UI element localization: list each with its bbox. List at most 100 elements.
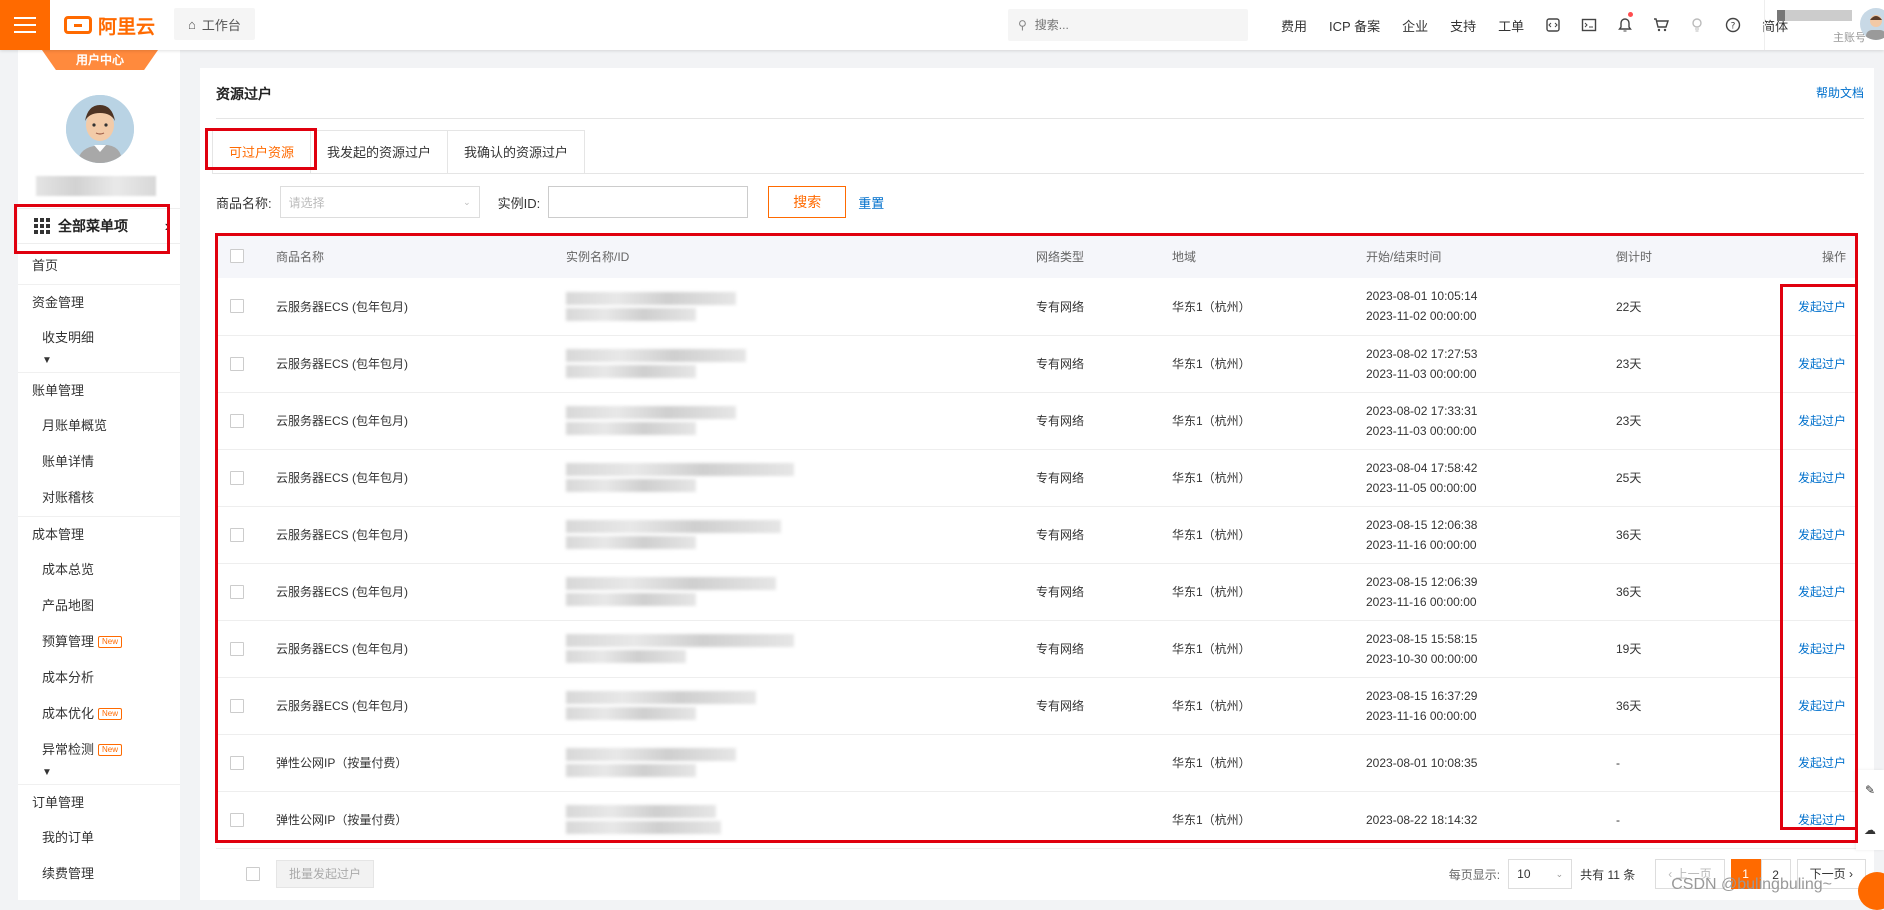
- sidebar-item-cost-overview[interactable]: 成本总览: [18, 552, 180, 588]
- batch-transfer-button[interactable]: 批量发起过户: [276, 860, 374, 888]
- workbench-button[interactable]: ⌂ 工作台: [174, 8, 255, 40]
- cart-icon[interactable]: [1643, 0, 1679, 50]
- row-checkbox[interactable]: [230, 756, 244, 770]
- sidebar-section-funds[interactable]: 资金管理: [18, 284, 180, 320]
- cell-action: 发起过户: [1776, 506, 1858, 563]
- sidebar-item-monthly-bill[interactable]: 月账单概览: [18, 408, 180, 444]
- per-page-select[interactable]: 10 ⌄: [1508, 859, 1572, 889]
- account-menu[interactable]: 主账号: [1764, 0, 1884, 50]
- sidebar-item-label: 成本优化: [42, 706, 94, 721]
- global-search[interactable]: ⚲: [1008, 9, 1248, 41]
- side-tools: ✎ ☁: [1856, 770, 1884, 850]
- sidebar-menu: 首页 资金管理 收支明细 ▼ 账单管理 月账单概览 账单详情 对账稽核 成本管理…: [18, 248, 180, 892]
- cell-action: 发起过户: [1776, 734, 1858, 791]
- sidebar-item-anomaly-detection[interactable]: 异常检测New: [18, 732, 180, 768]
- sidebar-item-transactions[interactable]: 收支明细: [18, 320, 180, 356]
- grid-icon: [34, 218, 50, 234]
- cell-network: 专有网络: [1036, 392, 1172, 449]
- batch-select-checkbox[interactable]: [246, 867, 260, 881]
- table-footer: 批量发起过户 每页显示: 10 ⌄ 共有 11 条 ‹ 上一页 1 2 下一页 …: [216, 858, 1866, 894]
- nav-icp[interactable]: ICP 备案: [1318, 16, 1391, 35]
- blurred-instance-name: [566, 292, 736, 305]
- cloud-icon[interactable]: ☁: [1864, 823, 1876, 837]
- cell-countdown: 36天: [1616, 677, 1776, 734]
- user-center-tab[interactable]: 用户中心: [42, 50, 158, 70]
- chevron-down-icon: ⌄: [463, 197, 471, 208]
- sidebar-item-reconciliation[interactable]: 对账稽核: [18, 480, 180, 516]
- sidebar-item-cost-optimization[interactable]: 成本优化New: [18, 696, 180, 732]
- workbench-label: 工作台: [202, 15, 241, 34]
- help-docs-link[interactable]: 帮助文档: [1816, 84, 1864, 101]
- initiate-transfer-link[interactable]: 发起过户: [1798, 357, 1846, 371]
- search-input[interactable]: [1035, 18, 1225, 32]
- initiate-transfer-link[interactable]: 发起过户: [1798, 699, 1846, 713]
- all-menu-button[interactable]: 全部菜单项 ›: [18, 208, 180, 244]
- cell-product: 云服务器ECS (包年包月): [276, 278, 566, 335]
- end-time: 2023-11-16 00:00:00: [1366, 535, 1616, 555]
- nav-fees[interactable]: 费用: [1270, 16, 1318, 35]
- cell-instance-blurred: [566, 791, 1036, 848]
- row-checkbox[interactable]: [230, 299, 244, 313]
- sidebar-section-orders[interactable]: 订单管理: [18, 784, 180, 820]
- instance-id-label: 实例ID:: [498, 193, 541, 212]
- initiate-transfer-link[interactable]: 发起过户: [1798, 813, 1846, 827]
- cell-countdown: 36天: [1616, 506, 1776, 563]
- row-checkbox[interactable]: [230, 699, 244, 713]
- select-all-checkbox[interactable]: [230, 249, 244, 263]
- instance-id-input[interactable]: [548, 186, 748, 218]
- expand-caret-icon[interactable]: ▼: [18, 768, 180, 784]
- row-checkbox[interactable]: [230, 471, 244, 485]
- cell-countdown: 36天: [1616, 563, 1776, 620]
- sidebar-item-cost-analysis[interactable]: 成本分析: [18, 660, 180, 696]
- initiate-transfer-link[interactable]: 发起过户: [1798, 414, 1846, 428]
- reset-link[interactable]: 重置: [858, 193, 884, 212]
- cell-instance-blurred: [566, 392, 1036, 449]
- divider: [212, 173, 1864, 174]
- col-action: 操作: [1776, 234, 1858, 278]
- aliyun-logo[interactable]: 阿里云: [64, 13, 155, 37]
- sidebar-section-cost[interactable]: 成本管理: [18, 516, 180, 552]
- assistant-fab[interactable]: [1858, 872, 1884, 910]
- row-checkbox[interactable]: [230, 585, 244, 599]
- expand-caret-icon[interactable]: ▼: [18, 356, 180, 372]
- edit-icon[interactable]: ✎: [1865, 783, 1875, 797]
- code-icon[interactable]: [1535, 0, 1571, 50]
- sidebar-item-home[interactable]: 首页: [18, 248, 180, 284]
- row-checkbox[interactable]: [230, 642, 244, 656]
- tab-confirmed-transfers[interactable]: 我确认的资源过户: [447, 130, 585, 174]
- initiate-transfer-link[interactable]: 发起过户: [1798, 756, 1846, 770]
- tab-transferable-resources[interactable]: 可过户资源: [212, 130, 311, 174]
- search-button[interactable]: 搜索: [768, 186, 846, 218]
- sidebar-item-product-map[interactable]: 产品地图: [18, 588, 180, 624]
- sidebar-item-label: 异常检测: [42, 742, 94, 757]
- tab-initiated-transfers[interactable]: 我发起的资源过户: [310, 130, 448, 174]
- nav-ticket[interactable]: 工单: [1487, 16, 1535, 35]
- initiate-transfer-link[interactable]: 发起过户: [1798, 471, 1846, 485]
- row-checkbox[interactable]: [230, 357, 244, 371]
- row-checkbox[interactable]: [230, 813, 244, 827]
- bulb-icon[interactable]: [1679, 0, 1715, 50]
- sidebar-item-renewal[interactable]: 续费管理: [18, 856, 180, 892]
- row-checkbox[interactable]: [230, 414, 244, 428]
- initiate-transfer-link[interactable]: 发起过户: [1798, 642, 1846, 656]
- initiate-transfer-link[interactable]: 发起过户: [1798, 585, 1846, 599]
- nav-support[interactable]: 支持: [1439, 16, 1487, 35]
- sidebar-item-my-orders[interactable]: 我的订单: [18, 820, 180, 856]
- sidebar-item-bill-details[interactable]: 账单详情: [18, 444, 180, 480]
- initiate-transfer-link[interactable]: 发起过户: [1798, 300, 1846, 314]
- main-panel: 资源过户 帮助文档 可过户资源 我发起的资源过户 我确认的资源过户 商品名称: …: [200, 68, 1874, 900]
- initiate-transfer-link[interactable]: 发起过户: [1798, 528, 1846, 542]
- product-name-label: 商品名称:: [216, 193, 272, 212]
- cell-region: 华东1（杭州）: [1172, 620, 1366, 677]
- sidebar-item-budget[interactable]: 预算管理New: [18, 624, 180, 660]
- product-select[interactable]: 请选择 ⌄: [280, 186, 480, 218]
- bell-icon[interactable]: [1607, 0, 1643, 50]
- row-checkbox[interactable]: [230, 528, 244, 542]
- terminal-icon[interactable]: [1571, 0, 1607, 50]
- sidebar-section-billing[interactable]: 账单管理: [18, 372, 180, 408]
- help-icon[interactable]: ?: [1715, 0, 1751, 50]
- cell-time: 2023-08-15 12:06:382023-11-16 00:00:00: [1366, 506, 1616, 563]
- cell-network: [1036, 791, 1172, 848]
- menu-toggle-button[interactable]: [0, 0, 50, 50]
- nav-enterprise[interactable]: 企业: [1391, 16, 1439, 35]
